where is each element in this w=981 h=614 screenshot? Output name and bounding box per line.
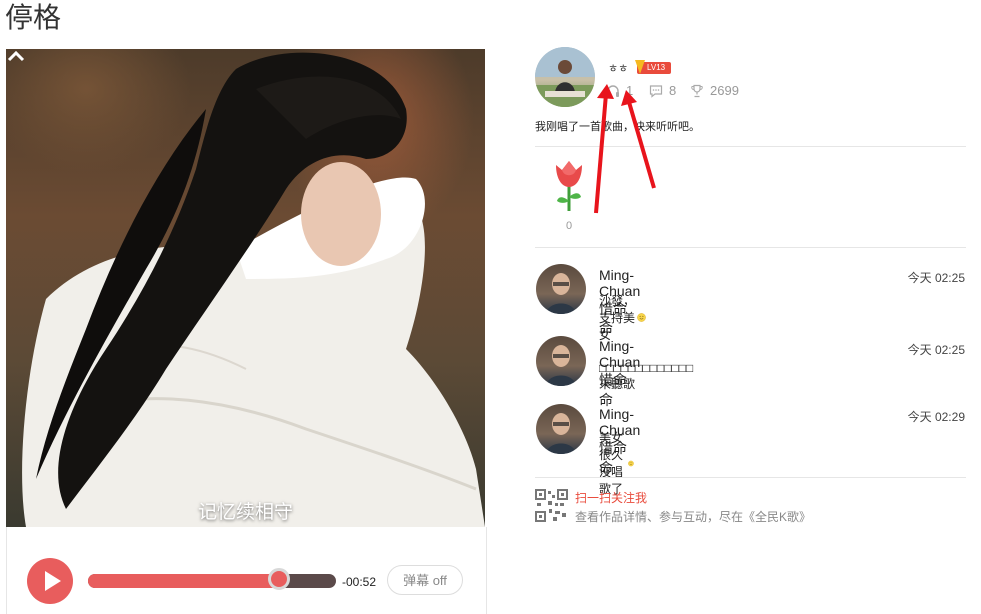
page-title: 停格: [5, 2, 62, 33]
danmu-toggle-button[interactable]: 弹幕 off: [387, 565, 463, 595]
progress-handle[interactable]: [268, 568, 290, 590]
vip-badge-icon: [635, 60, 645, 74]
comment-text-value: 沙發，支持美女: [599, 294, 636, 342]
play-button[interactable]: [27, 558, 73, 604]
flower-gift-icon[interactable]: [552, 157, 586, 213]
progress-track[interactable]: [88, 574, 336, 588]
user-name[interactable]: ㅎㅎ: [608, 60, 628, 76]
comment-time: 今天 02:25: [907, 343, 965, 357]
comment-count-value: 8: [669, 83, 677, 98]
promo-title[interactable]: 扫一扫关注我: [575, 489, 647, 506]
comment-text: 沙發，支持美女: [599, 292, 646, 343]
smile-emoji-icon: [628, 460, 634, 466]
divider: [535, 477, 966, 478]
commenter-avatar-photo: [546, 345, 576, 386]
song-name: 记忆续相守: [197, 502, 293, 523]
trophy-count-value: 2699: [710, 83, 739, 98]
trophy-icon: [691, 84, 703, 97]
progress-fill: [88, 574, 279, 588]
comment-text-value: 美女很久沒唱歌了: [599, 431, 624, 496]
qr-code-icon[interactable]: [535, 489, 568, 522]
comment-text: 美女很久沒唱歌了: [599, 429, 634, 497]
time-remaining: -00:52: [342, 575, 377, 589]
trophy-count: 2699: [690, 83, 739, 98]
cover-image: 记忆续相守: [6, 49, 485, 527]
commenter-avatar-photo: [546, 273, 576, 314]
chevron-up-icon[interactable]: [6, 49, 26, 63]
comment-time: 今天 02:29: [907, 410, 965, 424]
promo-subtitle: 查看作品详情、参与互动，尽在《全民K歌》: [575, 510, 812, 524]
commenter-avatar-photo: [546, 413, 576, 454]
smile-emoji-icon: [637, 313, 646, 322]
comment-time: 今天 02:25: [907, 271, 965, 285]
cover-illustration: [22, 52, 485, 527]
comment-text: □□□□□□□□□□□□□來聽歌: [599, 361, 693, 392]
annotation-arrows: [594, 84, 656, 214]
flower-count: 0: [566, 220, 573, 232]
commenter-avatar[interactable]: [536, 336, 586, 386]
commenter-avatar[interactable]: [536, 404, 586, 454]
divider: [535, 247, 966, 248]
commenter-avatar[interactable]: [536, 264, 586, 314]
comment-text-value: □□□□□□□□□□□□□來聽歌: [599, 361, 694, 391]
